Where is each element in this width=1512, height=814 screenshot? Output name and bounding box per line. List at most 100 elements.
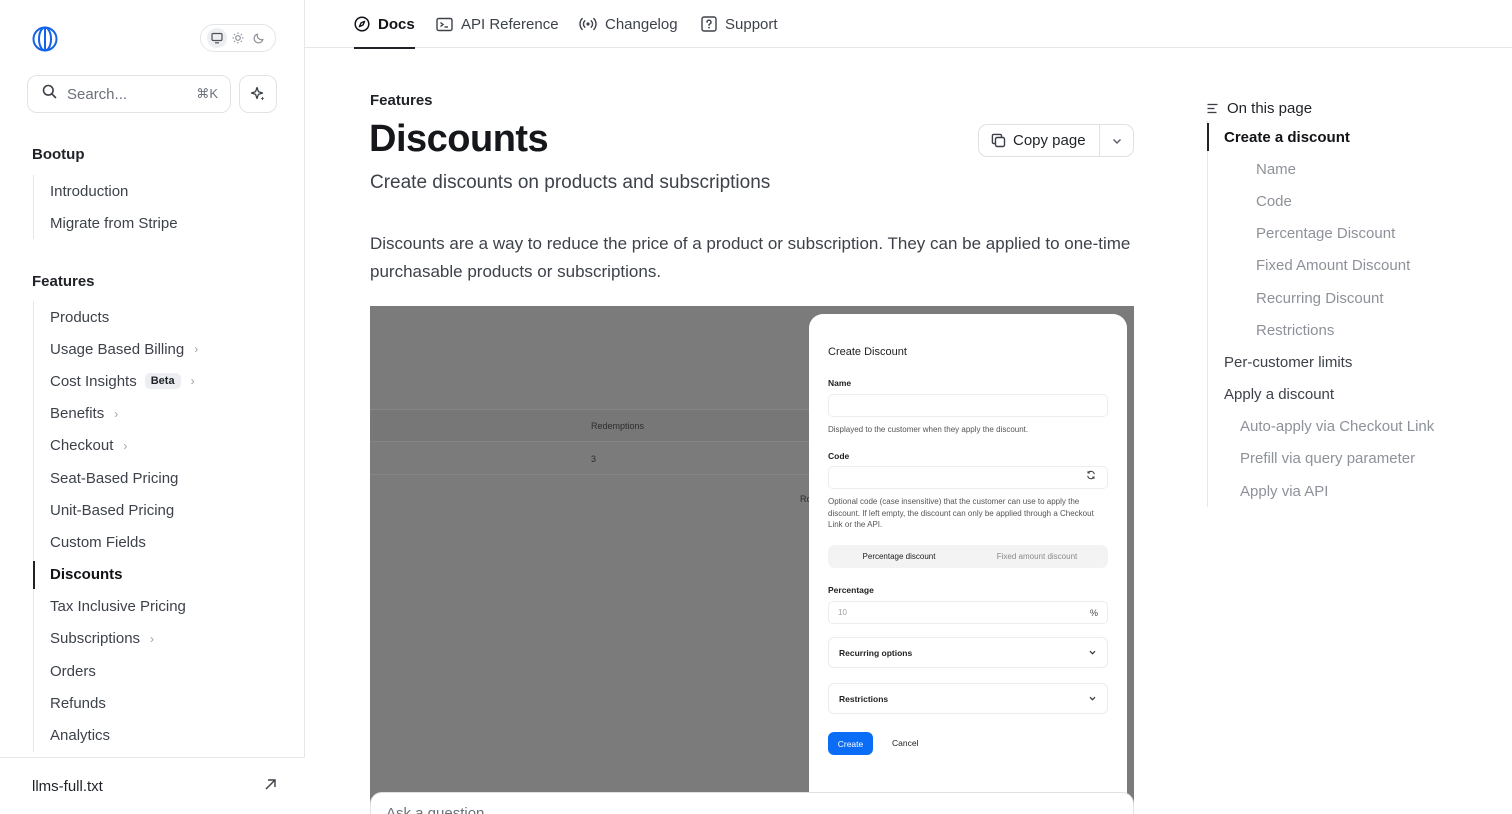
- toc-item-apply-via-api[interactable]: Apply via API: [1208, 475, 1497, 507]
- sidebar-item-label: Checkout: [50, 437, 114, 455]
- copy-page-control: Copy page: [978, 124, 1134, 157]
- sidebar-item-label: Usage Based Billing: [50, 340, 185, 358]
- sun-icon[interactable]: [228, 28, 248, 48]
- tab-changelog[interactable]: Changelog: [579, 0, 678, 48]
- sidebar-item-label: Unit-Based Pricing: [50, 501, 175, 519]
- toc-item-apply-a-discount[interactable]: Apply a discount: [1208, 379, 1497, 411]
- search-input[interactable]: Search... ⌘K: [27, 75, 231, 113]
- copy-page-button[interactable]: Copy page: [979, 125, 1099, 156]
- toc-item-per-customer-limits[interactable]: Per-customer limits: [1208, 346, 1497, 378]
- sidebar-item-benefits[interactable]: Benefits ›: [34, 398, 283, 430]
- percentage-discount-option: Percentage discount: [830, 547, 968, 566]
- refresh-icon: [1086, 470, 1096, 483]
- brand-logo[interactable]: [32, 26, 58, 52]
- page-subtitle: Create discounts on products and subscri…: [370, 172, 771, 193]
- toc-item-recurring-discount[interactable]: Recurring Discount: [1208, 282, 1497, 314]
- fixed-amount-option: Fixed amount discount: [996, 552, 1078, 561]
- restrictions-accordion: Restrictions: [828, 683, 1108, 714]
- tab-docs[interactable]: Docs: [354, 0, 415, 49]
- sidebar-item-label: Seat-Based Pricing: [50, 469, 179, 487]
- chevron-right-icon: ›: [190, 374, 195, 389]
- llms-full-link[interactable]: llms-full.txt: [32, 778, 277, 795]
- copy-icon: [991, 133, 1006, 148]
- percentage-label: Percentage: [828, 585, 874, 595]
- search-placeholder: Search...: [67, 85, 128, 103]
- sidebar-item-label: Analytics: [50, 727, 111, 745]
- nav-group-features: Products Usage Based Billing › Cost Insig…: [33, 301, 283, 752]
- copy-options-dropdown[interactable]: [1099, 125, 1133, 156]
- top-navigation: Docs API Reference Changelog Support: [305, 0, 1512, 49]
- tab-label: Changelog: [605, 15, 678, 33]
- nav-group-title: Bootup: [32, 146, 85, 163]
- tab-api-reference[interactable]: API Reference: [436, 0, 559, 48]
- search-shortcut: ⌘K: [196, 86, 218, 101]
- recurring-options-accordion: Recurring options: [828, 637, 1108, 668]
- sidebar-item-orders[interactable]: Orders: [34, 655, 283, 687]
- beta-badge: Beta: [144, 373, 181, 390]
- moon-icon[interactable]: [249, 28, 269, 48]
- sidebar-item-tax-inclusive-pricing[interactable]: Tax Inclusive Pricing: [34, 591, 283, 623]
- redemptions-value: 3: [591, 454, 597, 464]
- name-help-text: Displayed to the customer when they appl…: [828, 425, 1029, 434]
- nav-group-bootup: Introduction Migrate from Stripe: [33, 175, 283, 240]
- sidebar-item-label: Discounts: [50, 566, 123, 584]
- sidebar-item-label: Custom Fields: [50, 533, 146, 551]
- ask-question-input[interactable]: Ask a question...: [370, 792, 1134, 814]
- sidebar-item-unit-based-pricing[interactable]: Unit-Based Pricing: [34, 494, 283, 526]
- toc-header: On this page: [1207, 100, 1312, 117]
- sidebar-item-migrate-from-stripe[interactable]: Migrate from Stripe: [34, 207, 283, 239]
- tab-support[interactable]: Support: [701, 0, 778, 48]
- broadcast-icon: [579, 17, 597, 31]
- toc-item-name[interactable]: Name: [1208, 153, 1497, 185]
- name-label: Name: [828, 378, 852, 388]
- sidebar-item-discounts[interactable]: Discounts: [33, 559, 283, 591]
- sidebar-item-seat-based-pricing[interactable]: Seat-Based Pricing: [34, 462, 283, 494]
- toc-title: On this page: [1227, 100, 1313, 117]
- tab-label: API Reference: [461, 15, 559, 33]
- percent-symbol: %: [1089, 607, 1098, 618]
- list-icon: [1207, 103, 1218, 114]
- sidebar: Search... ⌘K Bootup Introduction Migrate…: [0, 0, 305, 814]
- code-field: [828, 466, 1108, 489]
- sidebar-item-label: Cost Insights: [50, 372, 137, 390]
- sidebar-item-cost-insights[interactable]: Cost Insights Beta ›: [34, 365, 283, 397]
- footer-link-label: llms-full.txt: [32, 778, 103, 795]
- toc-item-code[interactable]: Code: [1208, 185, 1497, 217]
- toc-item-percentage-discount[interactable]: Percentage Discount: [1208, 218, 1497, 250]
- toc-item-prefill-via-query-parameter[interactable]: Prefill via query parameter: [1208, 443, 1497, 475]
- name-field: [828, 394, 1108, 417]
- toc-item-auto-apply-via-checkout-link[interactable]: Auto-apply via Checkout Link: [1208, 411, 1497, 443]
- toc-list: Create a discount Name Code Percentage D…: [1207, 121, 1497, 508]
- modal-title: Create Discount: [828, 346, 907, 358]
- toc-item-restrictions[interactable]: Restrictions: [1208, 314, 1497, 346]
- percentage-field: 10 %: [828, 601, 1108, 624]
- sidebar-item-subscriptions[interactable]: Subscriptions ›: [34, 623, 283, 655]
- sidebar-item-introduction[interactable]: Introduction: [34, 175, 283, 207]
- cancel-button: Cancel: [892, 738, 919, 748]
- accordion-label: Restrictions: [839, 693, 889, 704]
- sidebar-item-analytics[interactable]: Analytics: [34, 719, 283, 751]
- sidebar-item-products[interactable]: Products: [34, 301, 283, 333]
- sidebar-item-refunds[interactable]: Refunds: [34, 687, 283, 719]
- sidebar-item-usage-based-billing[interactable]: Usage Based Billing ›: [34, 333, 283, 365]
- sidebar-item-label: Refunds: [50, 694, 106, 712]
- chevron-right-icon: ›: [194, 342, 199, 357]
- toc-item-create-a-discount[interactable]: Create a discount: [1207, 121, 1497, 153]
- screenshot-figure: Redemptions 3 Ro Create Discount Name Di…: [370, 306, 1134, 814]
- sidebar-item-custom-fields[interactable]: Custom Fields: [34, 526, 283, 558]
- sparkle-icon: [250, 86, 265, 101]
- sidebar-item-label: Tax Inclusive Pricing: [50, 598, 186, 616]
- toc-item-fixed-amount-discount[interactable]: Fixed Amount Discount: [1208, 250, 1497, 282]
- intro-paragraph: Discounts are a way to reduce the price …: [370, 234, 1131, 281]
- sidebar-item-checkout[interactable]: Checkout ›: [34, 430, 283, 462]
- background-table-header: Redemptions: [370, 409, 810, 442]
- sidebar-item-label: Introduction: [50, 182, 129, 200]
- create-button: Create: [828, 732, 873, 755]
- help-icon: [701, 16, 717, 32]
- page-title: Discounts: [369, 118, 549, 160]
- terminal-icon: [436, 17, 453, 32]
- ai-assistant-button[interactable]: [239, 75, 277, 113]
- monitor-icon[interactable]: [207, 28, 228, 48]
- chevron-right-icon: ›: [150, 631, 155, 646]
- redemptions-header: Redemptions: [591, 421, 645, 431]
